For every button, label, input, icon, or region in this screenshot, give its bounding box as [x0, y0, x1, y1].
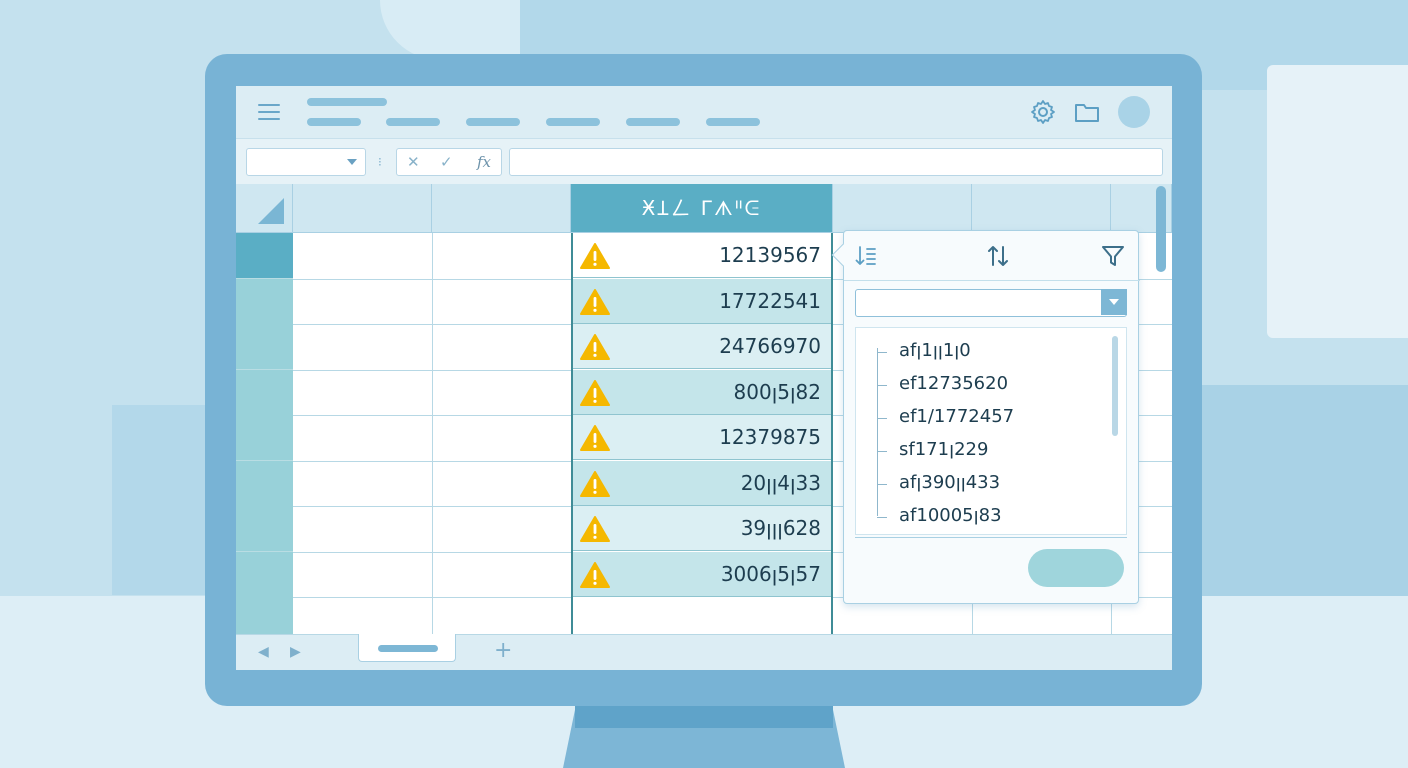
formula-buttons: ✕ ✓ fx [396, 148, 502, 176]
warning-icon[interactable] [579, 242, 611, 270]
tab-next-icon[interactable]: ▶ [290, 644, 301, 660]
table-cell[interactable]: 17722541 [573, 279, 831, 324]
folder-icon[interactable] [1074, 99, 1100, 125]
row-header[interactable] [236, 324, 293, 370]
warning-icon[interactable] [579, 424, 611, 452]
warning-icon[interactable] [579, 561, 611, 589]
list-scrollbar[interactable] [1112, 336, 1118, 436]
column-header[interactable] [972, 184, 1111, 233]
table-cell[interactable]: 3006ꞁ5ꞁ57 [573, 552, 831, 597]
table-cell[interactable]: 12379875 [573, 415, 831, 460]
row-header[interactable] [236, 506, 293, 552]
row-header[interactable] [236, 552, 293, 598]
add-sheet-icon[interactable]: + [494, 639, 512, 663]
function-icon[interactable]: fx [477, 153, 491, 171]
spreadsheet-app: ⁝ ✕ ✓ fx ӾꞱㄥ ᒥᗑᐦᕮ 12139567 17722541 2476… [236, 86, 1172, 670]
filter-icon[interactable] [1100, 243, 1126, 269]
avatar[interactable] [1118, 96, 1150, 128]
sheet-tab-active[interactable] [358, 634, 456, 662]
name-box[interactable] [246, 148, 366, 176]
cell-value: 20ꞁꞁ4ꞁ33 [740, 471, 821, 495]
table-cell[interactable]: 800ꞁ5ꞁ82 [573, 370, 831, 415]
menu-item-2[interactable] [386, 118, 440, 126]
warning-icon[interactable] [579, 288, 611, 316]
menu-item-3[interactable] [466, 118, 520, 126]
row-header[interactable] [236, 461, 293, 507]
row-header[interactable] [236, 370, 293, 416]
sort-icon[interactable] [985, 243, 1011, 269]
chevron-down-icon [347, 159, 357, 165]
formula-bar: ⁝ ✕ ✓ fx [236, 138, 1172, 184]
column-header[interactable] [833, 184, 972, 233]
selected-column: 12139567 17722541 24766970 800ꞁ5ꞁ82 1237… [571, 233, 833, 642]
warning-icon[interactable] [579, 470, 611, 498]
row-header[interactable] [236, 415, 293, 461]
ribbon [236, 86, 1172, 138]
confirm-icon[interactable]: ✓ [440, 153, 453, 171]
gear-icon[interactable] [1030, 99, 1056, 125]
formula-input[interactable] [509, 148, 1163, 176]
filter-dropdown: afꞁ1ꞁꞁ1ꞁ0 ef12735620 ef1/1772457 sf171ꞁ2… [831, 230, 1140, 604]
cell-value: 17722541 [719, 289, 821, 313]
tab-prev-icon[interactable]: ◀ [258, 644, 269, 660]
cell-value: 3006ꞁ5ꞁ57 [720, 562, 821, 586]
background-panel [1267, 65, 1408, 338]
menu-item-4[interactable] [546, 118, 600, 126]
select-all-corner[interactable] [236, 184, 293, 233]
column-header[interactable] [432, 184, 571, 233]
warning-icon[interactable] [579, 515, 611, 543]
filter-value-list: afꞁ1ꞁꞁ1ꞁ0 ef12735620 ef1/1772457 sf171ꞁ2… [855, 327, 1127, 535]
table-cell[interactable]: 24766970 [573, 324, 831, 369]
menu-item-6[interactable] [706, 118, 760, 126]
chevron-down-icon[interactable] [1101, 289, 1127, 315]
select-all-icon [258, 198, 284, 224]
table-cell[interactable]: 12139567 [573, 233, 831, 278]
title-placeholder [307, 98, 387, 106]
menu-item-1[interactable] [307, 118, 361, 126]
cell-value: 12379875 [719, 425, 821, 449]
selected-column-header[interactable]: ӾꞱㄥ ᒥᗑᐦᕮ [571, 184, 833, 233]
table-cell[interactable]: 20ꞁꞁ4ꞁ33 [573, 461, 831, 506]
column-header[interactable] [293, 184, 432, 233]
cancel-icon[interactable]: ✕ [407, 153, 420, 171]
vertical-scrollbar[interactable] [1156, 186, 1166, 272]
ok-button[interactable] [1028, 549, 1124, 587]
menu-icon[interactable] [258, 104, 280, 120]
menu-item-5[interactable] [626, 118, 680, 126]
sort-descending-icon[interactable] [854, 243, 880, 269]
cell-value: 24766970 [719, 334, 821, 358]
filter-toolbar [844, 231, 1140, 281]
row-header[interactable] [236, 233, 293, 279]
cell-value: 800ꞁ5ꞁ82 [733, 380, 821, 404]
warning-icon[interactable] [579, 379, 611, 407]
cell-value: 12139567 [719, 243, 821, 267]
warning-icon[interactable] [579, 333, 611, 361]
table-cell[interactable]: 39ꞁꞁꞁ628 [573, 506, 831, 551]
row-header[interactable] [236, 279, 293, 325]
separator-icon: ⁝ [378, 155, 382, 169]
cell-value: 39ꞁꞁꞁ628 [740, 516, 821, 540]
sheet-tabs-bar: ◀ ▶ + [236, 634, 1172, 670]
